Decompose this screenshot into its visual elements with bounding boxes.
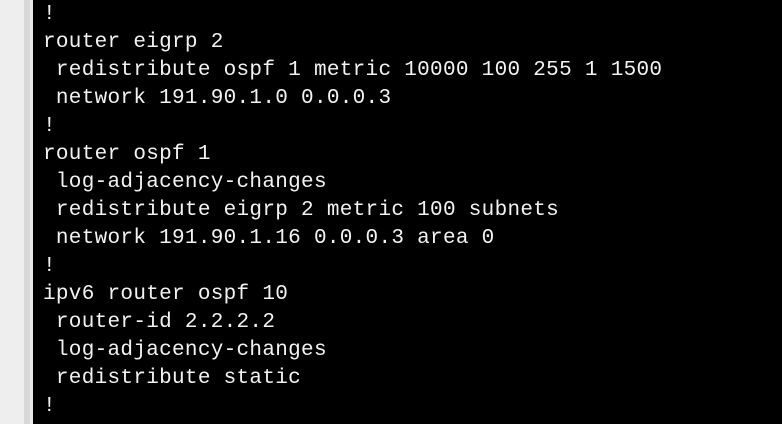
config-line: router eigrp 2 <box>33 29 782 57</box>
config-line-text: log-adjacency-changes <box>43 339 327 362</box>
left-gutter <box>0 0 24 424</box>
config-line: redistribute ospf 1 metric 10000 100 255… <box>33 57 782 85</box>
config-line-text: network 191.90.1.16 0.0.0.3 area 0 <box>43 227 495 250</box>
config-line-text: ! <box>43 115 56 138</box>
config-line-text: redistribute ospf 1 metric 10000 100 255… <box>43 59 663 82</box>
config-line-text: redistribute eigrp 2 metric 100 subnets <box>43 199 560 222</box>
config-line-text: ipv6 router ospf 10 <box>43 283 289 306</box>
config-line-text: router ospf 1 <box>43 143 211 166</box>
config-line-text: network 191.90.1.0 0.0.0.3 <box>43 87 392 110</box>
config-line: router ospf 1 <box>33 141 782 169</box>
config-line: ! <box>33 253 782 281</box>
config-line: router-id 2.2.2.2 <box>33 309 782 337</box>
config-line: log-adjacency-changes <box>33 337 782 365</box>
config-line: ! <box>33 393 782 421</box>
config-line: network 191.90.1.0 0.0.0.3 <box>33 85 782 113</box>
config-line-text: router-id 2.2.2.2 <box>43 311 276 334</box>
config-line: network 191.90.1.16 0.0.0.3 area 0 <box>33 225 782 253</box>
config-line-text: ! <box>43 395 56 418</box>
config-line-text: ! <box>43 3 56 26</box>
config-line-text: log-adjacency-changes <box>43 171 327 194</box>
code-view: ! router eigrp 2 redistribute ospf 1 met… <box>0 0 782 424</box>
config-line: redistribute static <box>33 365 782 393</box>
config-line: ! <box>33 1 782 29</box>
config-terminal: ! router eigrp 2 redistribute ospf 1 met… <box>33 0 782 424</box>
config-line: redistribute eigrp 2 metric 100 subnets <box>33 197 782 225</box>
config-line-text: redistribute static <box>43 367 302 390</box>
config-line-text: ! <box>43 255 56 278</box>
config-line: log-adjacency-changes <box>33 169 782 197</box>
config-line-text: router eigrp 2 <box>43 31 224 54</box>
gutter-divider <box>24 0 30 424</box>
config-line: ! <box>33 113 782 141</box>
config-line: ipv6 router ospf 10 <box>33 281 782 309</box>
